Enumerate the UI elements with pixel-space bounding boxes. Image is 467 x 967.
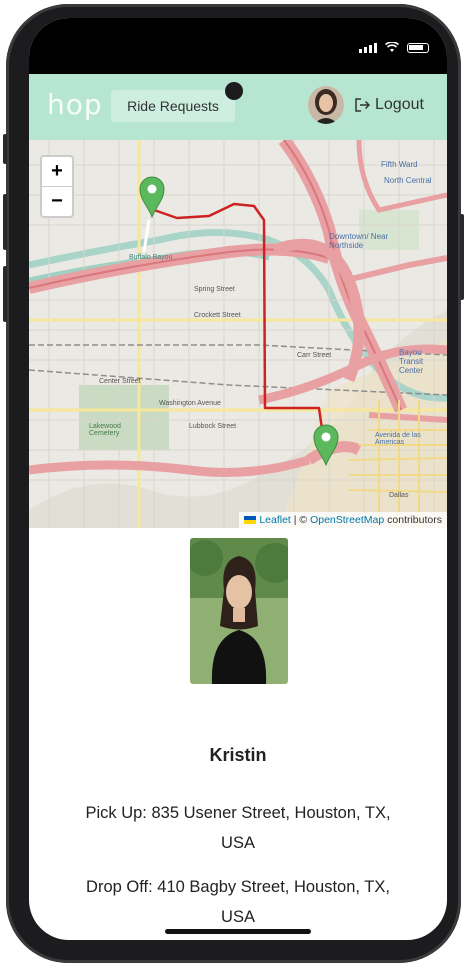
ukraine-flag-icon — [244, 516, 257, 525]
volume-down-button — [3, 266, 7, 322]
volume-up-button — [3, 194, 7, 250]
ride-requests-tab[interactable]: Ride Requests — [111, 90, 235, 122]
attribution-suffix: contributors — [384, 514, 442, 526]
dropoff-marker-icon[interactable] — [313, 424, 339, 466]
zoom-control: + − — [40, 155, 74, 218]
app-screen: hop Ride Requests Logout Fifth Ward Nort… — [29, 18, 447, 940]
wifi-icon — [385, 42, 399, 52]
signal-icon — [359, 42, 377, 53]
driver-photo — [190, 538, 288, 684]
osm-link[interactable]: OpenStreetMap — [310, 514, 384, 526]
route-line — [153, 202, 327, 451]
driver-name: Kristin — [209, 745, 267, 765]
attribution-separator: | © — [290, 514, 311, 526]
power-button — [460, 214, 464, 300]
status-bar — [29, 18, 447, 74]
pickup-address: Pick Up: 835 Usener Street, Houston, TX,… — [85, 804, 391, 852]
battery-icon — [407, 42, 429, 53]
user-avatar[interactable] — [308, 86, 344, 124]
home-indicator[interactable] — [165, 929, 311, 934]
app-logo[interactable]: hop — [47, 88, 103, 121]
zoom-out-button[interactable]: − — [42, 187, 72, 216]
status-icons — [359, 42, 429, 53]
front-camera — [225, 82, 243, 100]
map-attribution: Leaflet | © OpenStreetMap contributors — [239, 512, 447, 528]
mute-switch — [3, 134, 7, 164]
logout-label: Logout — [375, 96, 424, 113]
logout-icon — [355, 98, 370, 112]
zoom-in-button[interactable]: + — [42, 157, 72, 187]
route-map[interactable]: Fifth Ward North Central Downtown/ Near … — [29, 140, 447, 528]
route-overlay — [142, 202, 327, 451]
logout-button[interactable]: Logout — [355, 96, 424, 114]
notch — [125, 18, 351, 58]
leaflet-link[interactable]: Leaflet — [259, 514, 291, 526]
top-navbar: hop Ride Requests Logout — [29, 74, 447, 140]
pickup-marker-icon[interactable] — [139, 176, 165, 218]
dropoff-address: Drop Off: 410 Bagby Street, Houston, TX,… — [86, 878, 390, 926]
